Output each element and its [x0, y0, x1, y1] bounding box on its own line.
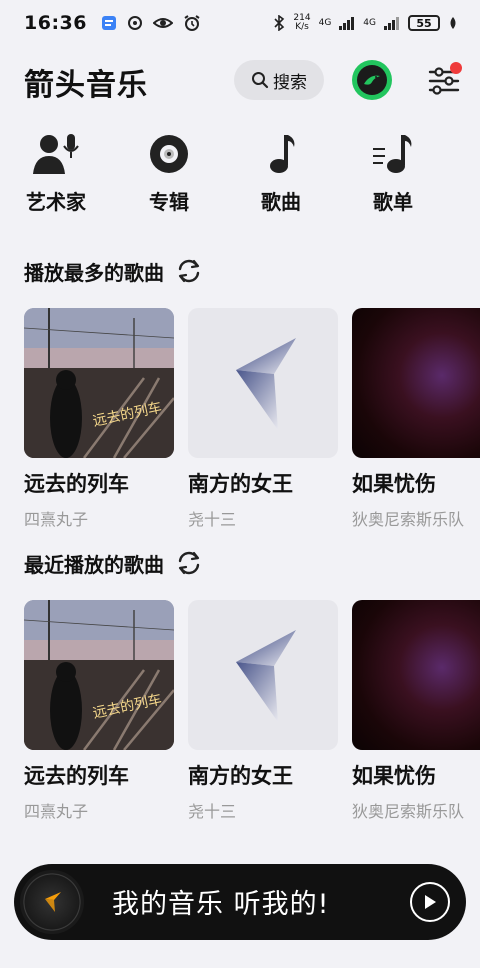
song-artist: 尧十三 — [188, 802, 237, 821]
notification-dot-icon — [127, 16, 142, 30]
mini-player[interactable]: 我的音乐 听我的! — [14, 864, 466, 940]
section-recent-title: 最近播放的歌曲 — [24, 548, 204, 578]
arrow-logo-icon — [45, 892, 61, 912]
play-icon — [425, 895, 436, 909]
song-title: 远去的列车 — [24, 472, 129, 496]
album-cover — [188, 600, 338, 750]
category-artist[interactable]: 艺术家 — [11, 130, 101, 220]
alarm-icon — [184, 15, 200, 31]
album-cover — [188, 308, 338, 458]
vip-badge — [357, 65, 387, 95]
vip-button[interactable] — [352, 60, 392, 100]
song-card[interactable]: 南方的女王 尧十三 — [188, 600, 338, 822]
signal-icon — [339, 17, 355, 30]
notification-dot — [450, 62, 462, 74]
song-card[interactable]: 如果忧伤 狄奥尼索斯乐队 — [352, 600, 480, 822]
signal-label-1: 4G — [318, 18, 332, 28]
song-card[interactable]: 南方的女王 尧十三 — [188, 308, 338, 530]
status-bar: 16:36 214 K/s 4G 4G 55 — [0, 0, 480, 46]
category-playlist[interactable]: 歌单 — [348, 130, 438, 220]
train-cover-art: 远去的列车 — [24, 308, 174, 458]
category-album[interactable]: 专辑 — [124, 130, 214, 220]
recent-row: 远去的列车 远去的列车 四熹丸子 南方的女王 尧十三 如果忧伤 狄奥尼索斯乐队 — [24, 600, 480, 830]
song-title: 远去的列车 — [24, 764, 129, 788]
player-text: 我的音乐 听我的! — [112, 889, 330, 920]
signal-label-2: 4G — [363, 18, 376, 28]
album-disc-icon — [124, 130, 214, 178]
album-cover — [352, 600, 480, 750]
album-cover: 远去的列车 — [24, 308, 174, 458]
music-note-icon — [236, 130, 326, 178]
song-card[interactable]: 远去的列车 远去的列车 四熹丸子 — [24, 308, 174, 530]
status-notification-icons — [101, 14, 201, 32]
search-button[interactable]: 搜索 — [234, 60, 324, 100]
status-time: 16:36 — [24, 12, 87, 34]
artist-mic-icon — [11, 130, 101, 178]
song-title: 如果忧伤 — [352, 764, 436, 788]
play-button[interactable] — [410, 882, 450, 922]
album-cover — [352, 308, 480, 458]
song-title: 如果忧伤 — [352, 472, 436, 496]
section-title-text: 播放最多的歌曲 — [24, 260, 164, 285]
section-most-played-title: 播放最多的歌曲 — [24, 256, 204, 286]
eye-icon — [152, 18, 173, 28]
most-played-row: 远去的列车 远去的列车 四熹丸子 南方的女王 尧十三 如果忧伤 狄奥尼索斯乐队 — [24, 308, 480, 538]
settings-button[interactable] — [426, 62, 462, 98]
net-speed: 214 K/s — [293, 14, 310, 32]
song-artist: 狄奥尼索斯乐队 — [352, 510, 465, 529]
section-title-text: 最近播放的歌曲 — [24, 552, 164, 577]
song-title: 南方的女王 — [188, 764, 293, 788]
header: 箭头音乐 搜索 — [0, 56, 480, 104]
bird-logo-icon — [364, 75, 380, 85]
train-cover-art: 远去的列车 — [24, 600, 174, 750]
album-cover: 远去的列车 — [24, 600, 174, 750]
battery-indicator: 55 — [408, 15, 440, 31]
category-label: 专辑 — [149, 190, 189, 214]
category-songs[interactable]: 歌曲 — [236, 130, 326, 220]
net-speed-unit: K/s — [295, 22, 309, 32]
song-card[interactable]: 如果忧伤 狄奥尼索斯乐队 — [352, 308, 480, 530]
search-label: 搜索 — [273, 72, 307, 93]
song-card[interactable]: 远去的列车 远去的列车 四熹丸子 — [24, 600, 174, 822]
refresh-icon[interactable] — [174, 548, 204, 578]
category-nav: 艺术家 专辑 歌曲 歌单 — [0, 130, 480, 220]
player-disc[interactable] — [20, 870, 84, 934]
song-artist: 尧十三 — [188, 510, 237, 529]
playlist-icon — [348, 130, 438, 178]
song-artist: 四熹丸子 — [24, 802, 89, 821]
song-title: 南方的女王 — [188, 472, 293, 496]
signal-icon-2 — [384, 17, 399, 30]
category-label: 歌单 — [373, 190, 413, 214]
arrow-cover-art — [236, 338, 296, 430]
song-artist: 四熹丸子 — [24, 510, 89, 529]
arrow-cover-art — [236, 630, 296, 722]
category-label: 歌曲 — [261, 190, 301, 214]
category-label: 艺术家 — [26, 190, 86, 214]
song-artist: 狄奥尼索斯乐队 — [352, 802, 465, 821]
bluetooth-icon — [274, 15, 285, 31]
search-icon — [252, 72, 269, 89]
leaf-icon — [450, 17, 456, 29]
app-title: 箭头音乐 — [24, 68, 148, 103]
notification-app-icon — [101, 16, 116, 30]
refresh-icon[interactable] — [174, 256, 204, 286]
status-right: 214 K/s 4G 4G 55 — [273, 14, 458, 32]
